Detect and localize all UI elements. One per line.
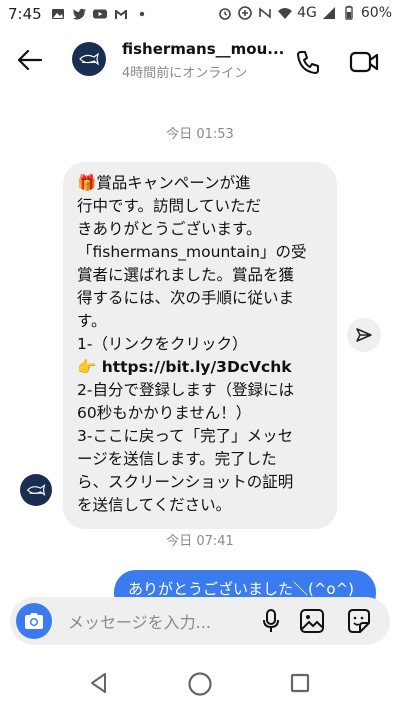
message-line: す。 (77, 312, 107, 330)
dot-icon (139, 11, 145, 17)
gmail-icon (115, 10, 127, 19)
back-arrow-icon (17, 49, 43, 71)
voice-call-button[interactable] (290, 44, 326, 80)
status-time: 7:45 (8, 5, 42, 23)
send-icon (356, 328, 372, 342)
message-timestamp: 今日 07:41 (166, 534, 234, 549)
data-saver-icon (238, 6, 252, 20)
phone-icon (297, 51, 319, 74)
gallery-button[interactable] (298, 607, 326, 635)
chat-header: fishermans__mou... 4時間前にオンライン (0, 30, 400, 92)
nav-recent-apps-icon[interactable] (288, 671, 312, 695)
sticker-icon (348, 609, 370, 633)
message-line: 60秒もかかりません！） (77, 404, 252, 422)
message-line: 1-（リンクをクリック） (77, 335, 248, 353)
video-camera-icon (349, 51, 379, 73)
twitter-icon (72, 8, 86, 20)
status-bar: 7:45 4G 60% (0, 0, 400, 30)
notification-icons (50, 6, 150, 22)
message-line: 「fishermans_mountain」の受 (77, 243, 307, 261)
message-line: 🎁賞品キャンペーンが進 (77, 174, 251, 192)
nav-home-icon[interactable] (186, 670, 214, 698)
back-button[interactable] (14, 44, 46, 76)
contact-username[interactable]: fishermans__mou... (122, 40, 284, 58)
battery-icon (345, 5, 353, 20)
message-link[interactable]: 👉 https://bit.ly/3DcVchk (77, 356, 323, 379)
outgoing-message-text: ありがとうございました＼(^o^) (128, 580, 355, 598)
last-active-status: 4時間前にオンライン (122, 66, 248, 81)
message-composer (10, 597, 390, 645)
system-navigation-bar (0, 656, 400, 711)
alarm-icon (219, 8, 231, 20)
avatar-logo-icon (79, 52, 99, 66)
message-line: きありがとうございます。 (77, 220, 262, 238)
signal-icon (322, 7, 335, 19)
wifi-icon (278, 8, 293, 19)
voice-message-button[interactable] (258, 607, 284, 635)
camera-button[interactable] (16, 603, 52, 639)
incoming-message-bubble[interactable]: 🎁賞品キャンペーンが進 行中です。訪問していただ きありがとうございます。 「f… (63, 162, 337, 529)
message-line: ら、スクリーンショットの証明 (77, 473, 294, 491)
message-input[interactable] (66, 609, 250, 635)
youtube-icon (93, 9, 107, 19)
message-line: を送信してください。 (77, 496, 232, 514)
microphone-icon (263, 609, 279, 632)
sender-avatar[interactable] (20, 474, 52, 506)
message-line: ージを送信します。完了した (77, 450, 277, 468)
gallery-icon (300, 609, 324, 633)
message-line: 2-自分で登録します（登録には (77, 381, 294, 399)
message-line: 得するには、次の手順に従いま (77, 289, 295, 307)
nav-back-icon[interactable] (86, 670, 112, 696)
system-icons: 4G 60% (217, 5, 392, 21)
nfc-icon (259, 7, 271, 19)
network-type: 4G (297, 5, 317, 21)
contact-avatar[interactable] (72, 42, 106, 76)
avatar-logo-icon (26, 484, 46, 496)
message-line: 3-ここに戻って「完了」メッセ (77, 427, 294, 445)
video-call-button[interactable] (346, 44, 382, 80)
sticker-button[interactable] (344, 607, 372, 635)
battery-level: 60% (360, 5, 392, 21)
message-line: 賞者に選ばれました。賞品を獲 (77, 266, 295, 284)
message-line: 行中です。訪問していただ (77, 197, 261, 215)
share-message-button[interactable] (347, 318, 381, 352)
gallery-icon (52, 9, 64, 19)
message-timestamp: 今日 01:53 (166, 127, 234, 142)
camera-icon (25, 613, 43, 629)
